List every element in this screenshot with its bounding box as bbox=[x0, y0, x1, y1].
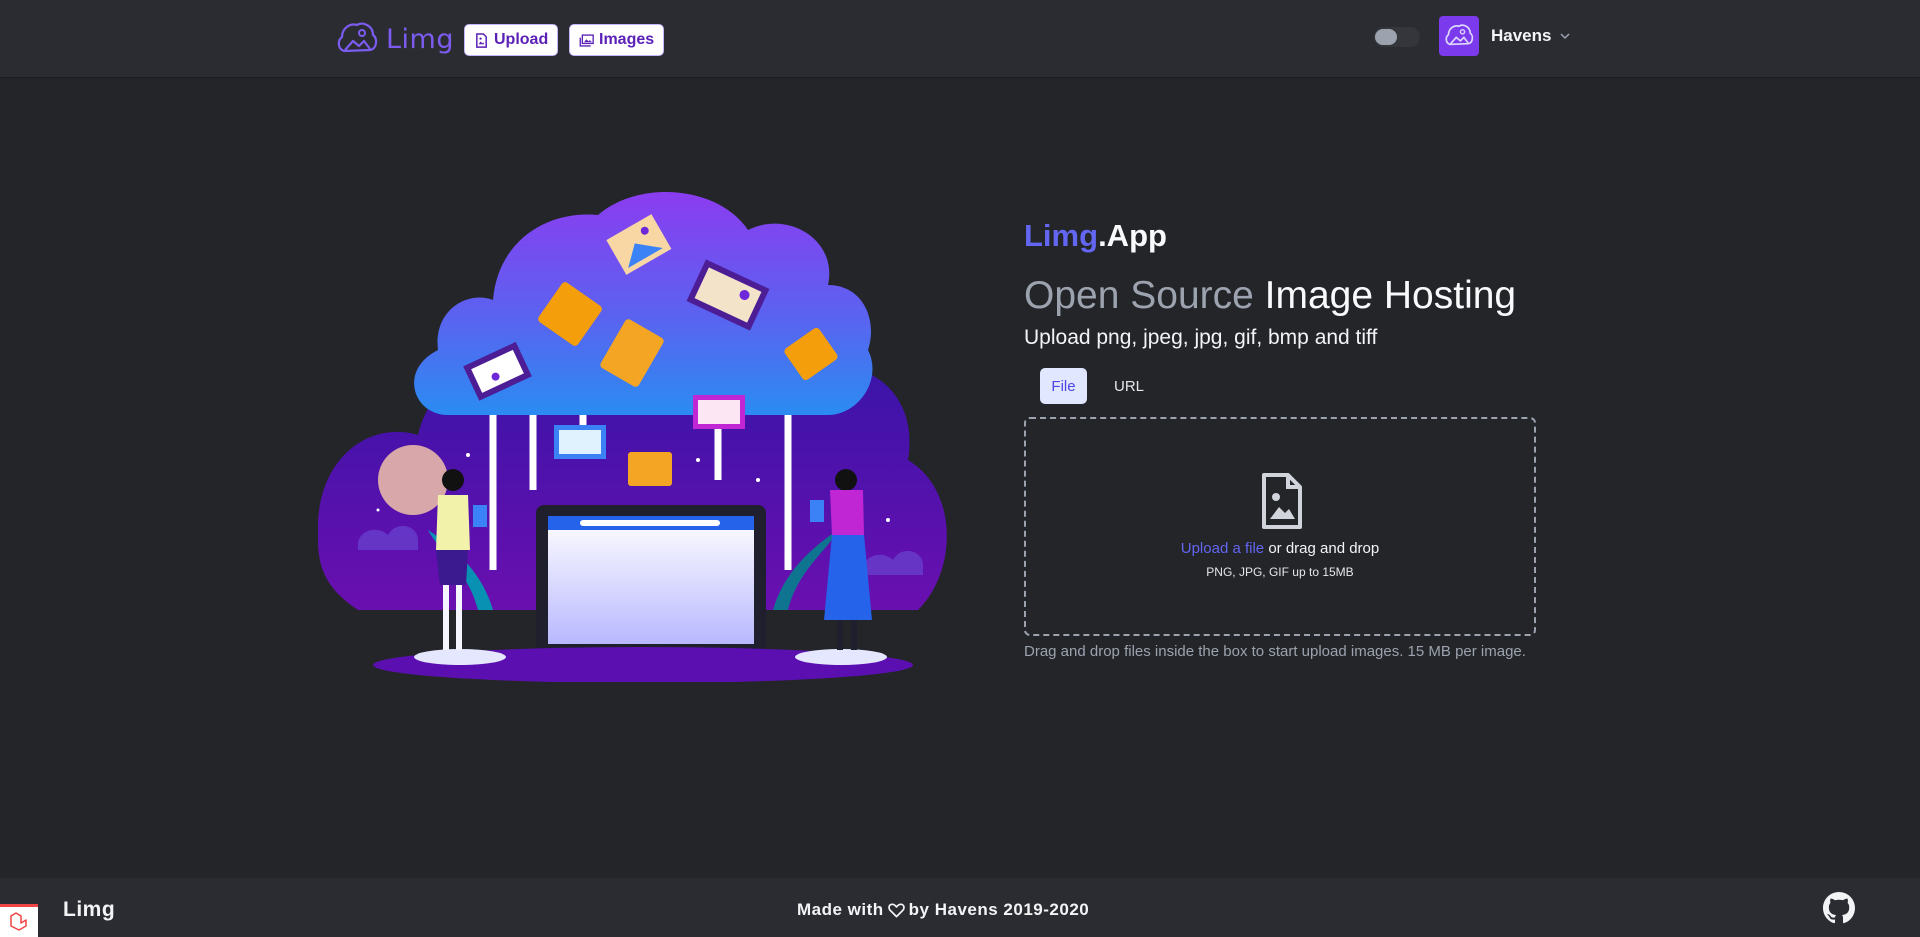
top-navbar: Limg Upload Images Havens bbox=[0, 0, 1920, 78]
avatar bbox=[1439, 16, 1479, 56]
user-menu[interactable]: Havens bbox=[1439, 16, 1571, 56]
upload-dropzone[interactable]: Upload a file or drag and drop PNG, JPG,… bbox=[1024, 417, 1536, 636]
footer-brand: Limg bbox=[63, 898, 116, 921]
logo-text: Limg bbox=[386, 23, 454, 55]
brand-title-limg: Limg bbox=[1024, 218, 1099, 253]
footer-made-prefix: Made with bbox=[797, 900, 884, 919]
chevron-down-icon bbox=[1560, 33, 1571, 40]
dark-mode-toggle[interactable] bbox=[1374, 27, 1420, 47]
brand-title-app: .App bbox=[1098, 218, 1167, 253]
upload-nav-button[interactable]: Upload bbox=[464, 24, 559, 56]
upload-help-text: Drag and drop files inside the box to st… bbox=[1024, 643, 1526, 660]
upload-file-link[interactable]: Upload a file bbox=[1181, 540, 1264, 557]
page-headline: Open Source Image Hosting bbox=[1024, 274, 1516, 318]
github-icon[interactable] bbox=[1823, 892, 1855, 924]
headline-strong: Image Hosting bbox=[1264, 274, 1517, 317]
toggle-knob bbox=[1375, 29, 1397, 45]
file-image-icon bbox=[1262, 473, 1302, 529]
headline-muted: Open Source bbox=[1024, 274, 1254, 317]
dropzone-instruction: Upload a file or drag and drop bbox=[1026, 540, 1534, 557]
tab-file[interactable]: File bbox=[1040, 368, 1087, 404]
images-icon bbox=[579, 33, 594, 47]
cloud-image-icon bbox=[1445, 24, 1474, 46]
footer-made-suffix: by Havens 2019-2020 bbox=[908, 900, 1090, 919]
images-nav-label: Images bbox=[599, 31, 655, 48]
supported-formats-text: Upload png, jpeg, jpg, gif, bmp and tiff bbox=[1024, 326, 1378, 349]
drag-drop-text: or drag and drop bbox=[1268, 540, 1380, 557]
upload-nav-label: Upload bbox=[494, 31, 549, 48]
cloud-image-icon bbox=[337, 22, 378, 53]
brand-title: Limg.App bbox=[1024, 218, 1167, 254]
tab-url[interactable]: URL bbox=[1103, 368, 1155, 404]
laravel-icon bbox=[0, 904, 38, 937]
user-name: Havens bbox=[1491, 26, 1552, 45]
heart-icon bbox=[887, 903, 905, 918]
dropzone-hint: PNG, JPG, GIF up to 15MB bbox=[1206, 565, 1354, 579]
hero-illustration bbox=[318, 192, 947, 682]
site-logo[interactable]: Limg bbox=[336, 18, 454, 60]
footer-credit: Made with by Havens 2019-2020 bbox=[797, 900, 1089, 920]
images-nav-button[interactable]: Images bbox=[569, 24, 665, 56]
footer: Limg Made with by Havens 2019-2020 bbox=[0, 878, 1920, 937]
file-image-icon bbox=[476, 32, 487, 48]
